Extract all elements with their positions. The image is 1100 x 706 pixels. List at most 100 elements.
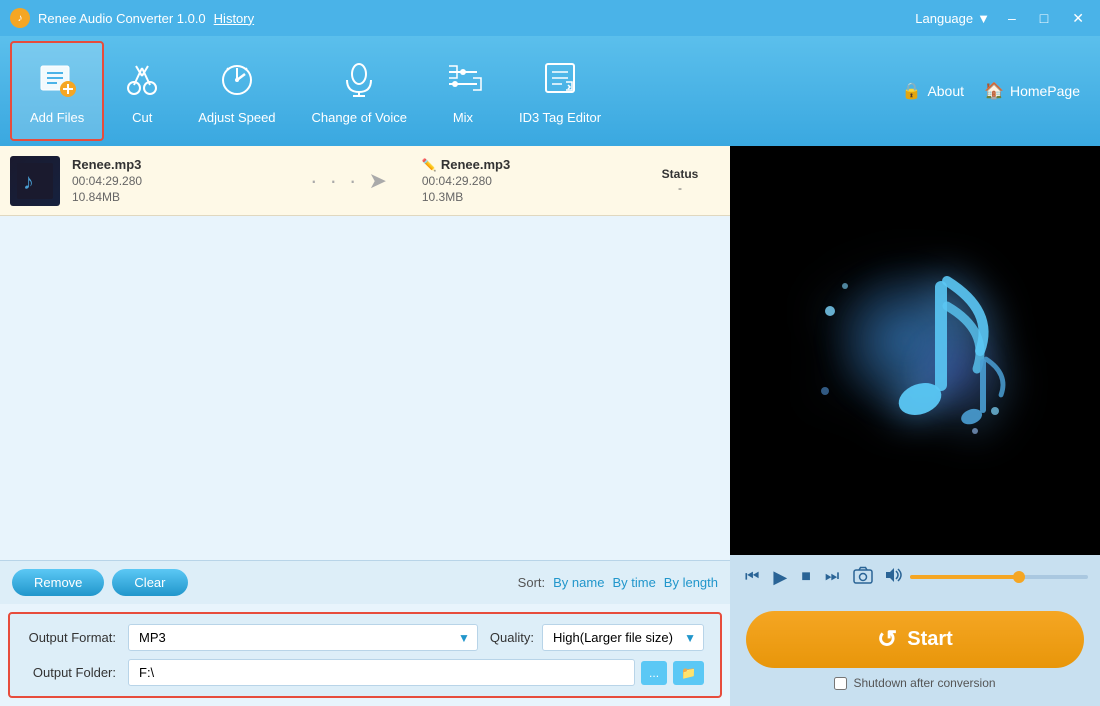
folder-row: Output Folder: ... 📁: [26, 659, 704, 686]
shutdown-label: Shutdown after conversion: [853, 676, 995, 690]
browse-button[interactable]: ...: [641, 661, 667, 685]
format-label: Output Format:: [26, 630, 116, 645]
adjust-speed-button[interactable]: Adjust Speed: [180, 41, 293, 141]
id3-tag-editor-button[interactable]: ID3 Tag Editor: [501, 41, 619, 141]
add-files-button[interactable]: Add Files: [10, 41, 104, 141]
format-select-wrap: MP3 ▼: [128, 624, 478, 651]
file-list: ♪ Renee.mp3 00:04:29.280 10.84MB · · · ➤…: [0, 146, 730, 560]
left-panel: ♪ Renee.mp3 00:04:29.280 10.84MB · · · ➤…: [0, 146, 730, 706]
output-settings: Output Format: MP3 ▼ Quality: High(Large…: [8, 612, 722, 698]
history-link[interactable]: History: [214, 11, 254, 26]
status-label: Status: [640, 167, 720, 181]
remove-button[interactable]: Remove: [12, 569, 104, 596]
homepage-label: HomePage: [1010, 83, 1080, 99]
mix-icon: [443, 58, 483, 104]
id3-tag-editor-label: ID3 Tag Editor: [519, 110, 601, 125]
mix-button[interactable]: Mix: [425, 41, 501, 141]
home-icon: 🏠: [984, 81, 1004, 101]
sort-by-time[interactable]: By time: [612, 575, 655, 590]
add-files-icon: [37, 58, 77, 104]
change-of-voice-button[interactable]: Change of Voice: [294, 41, 425, 141]
adjust-speed-label: Adjust Speed: [198, 110, 275, 125]
volume-thumb[interactable]: [1013, 571, 1025, 583]
quality-select-wrap: High(Larger file size) ▼: [542, 624, 704, 651]
adjust-speed-icon: [217, 58, 257, 104]
homepage-link[interactable]: 🏠 HomePage: [984, 81, 1080, 101]
cut-button[interactable]: Cut: [104, 41, 180, 141]
status-value: -: [640, 181, 720, 195]
right-panel: ⏮ ▶ ■ ⏭: [730, 146, 1100, 706]
close-button[interactable]: ✕: [1066, 8, 1090, 29]
quality-select[interactable]: High(Larger file size): [542, 624, 704, 651]
lock-icon: 🔒: [902, 81, 922, 101]
language-label: Language: [915, 11, 973, 26]
title-bar-left: ♪ Renee Audio Converter 1.0.0 History: [10, 8, 254, 28]
folder-input[interactable]: [128, 659, 635, 686]
stop-icon: ■: [801, 568, 811, 586]
shutdown-checkbox[interactable]: [834, 677, 847, 690]
start-button[interactable]: ↺ Start: [746, 611, 1084, 668]
volume-icon: [884, 566, 902, 589]
toolbar: Add Files Cut: [0, 36, 1100, 146]
quality-wrap: Quality: High(Larger file size) ▼: [490, 624, 704, 651]
main-area: ♪ Renee.mp3 00:04:29.280 10.84MB · · · ➤…: [0, 146, 1100, 706]
start-area: ↺ Start Shutdown after conversion: [730, 599, 1100, 706]
folder-label: Output Folder:: [26, 665, 116, 680]
preview-area: [730, 146, 1100, 555]
shutdown-row: Shutdown after conversion: [834, 676, 995, 690]
arrow-icon: · · · ➤: [310, 168, 390, 194]
output-size: 10.3MB: [422, 190, 628, 204]
language-button[interactable]: Language ▼: [915, 11, 990, 26]
play-button[interactable]: ▶: [770, 564, 790, 591]
about-label: About: [927, 83, 964, 99]
output-filename: ✏️ Renee.mp3: [422, 157, 628, 172]
volume-fill: [910, 575, 1017, 579]
convert-arrow: · · · ➤: [290, 168, 410, 194]
edit-icon: ✏️: [422, 158, 437, 172]
cut-label: Cut: [132, 110, 152, 125]
skip-forward-icon: ⏭: [825, 568, 839, 586]
format-row: Output Format: MP3 ▼ Quality: High(Large…: [26, 624, 704, 651]
table-row: ♪ Renee.mp3 00:04:29.280 10.84MB · · · ➤…: [0, 146, 730, 216]
sort-label: Sort:: [518, 575, 545, 590]
app-name: Renee Audio Converter 1.0.0: [38, 11, 206, 26]
add-files-label: Add Files: [30, 110, 84, 125]
sort-by-length[interactable]: By length: [664, 575, 718, 590]
input-duration: 00:04:29.280: [72, 174, 278, 188]
music-visual: [775, 211, 1055, 491]
file-output-info: ✏️ Renee.mp3 00:04:29.280 10.3MB: [422, 157, 628, 204]
skip-forward-button[interactable]: ⏭: [822, 565, 842, 589]
start-label: Start: [907, 628, 953, 651]
sort-by-name[interactable]: By name: [553, 575, 604, 590]
action-buttons: Remove Clear: [12, 569, 188, 596]
output-duration: 00:04:29.280: [422, 174, 628, 188]
screenshot-button[interactable]: [850, 563, 876, 591]
stop-button[interactable]: ■: [798, 565, 814, 589]
screenshot-icon: [853, 566, 873, 588]
skip-back-icon: ⏮: [745, 568, 759, 586]
id3-tag-editor-icon: [540, 58, 580, 104]
file-input-info: Renee.mp3 00:04:29.280 10.84MB: [72, 157, 278, 204]
input-filename: Renee.mp3: [72, 157, 278, 172]
change-of-voice-icon: [339, 58, 379, 104]
maximize-button[interactable]: □: [1034, 8, 1054, 28]
about-link[interactable]: 🔒 About: [902, 81, 965, 101]
file-thumbnail: ♪: [10, 156, 60, 206]
app-logo-icon: ♪: [10, 8, 30, 28]
sort-bar: Remove Clear Sort: By name By time By le…: [0, 560, 730, 604]
skip-back-button[interactable]: ⏮: [742, 565, 762, 589]
open-folder-button[interactable]: 📁: [673, 661, 704, 685]
format-select[interactable]: MP3: [128, 624, 478, 651]
svg-text:♪: ♪: [23, 169, 34, 194]
status-column: Status -: [640, 167, 720, 195]
volume-slider[interactable]: [910, 575, 1088, 579]
title-bar: ♪ Renee Audio Converter 1.0.0 History La…: [0, 0, 1100, 36]
play-icon: ▶: [773, 567, 787, 588]
toolbar-right: 🔒 About 🏠 HomePage: [902, 81, 1080, 101]
start-icon: ↺: [877, 625, 897, 654]
minimize-button[interactable]: –: [1002, 8, 1022, 28]
clear-button[interactable]: Clear: [112, 569, 187, 596]
quality-label: Quality:: [490, 630, 534, 645]
player-controls: ⏮ ▶ ■ ⏭: [730, 555, 1100, 599]
title-bar-right: Language ▼ – □ ✕: [915, 8, 1090, 29]
